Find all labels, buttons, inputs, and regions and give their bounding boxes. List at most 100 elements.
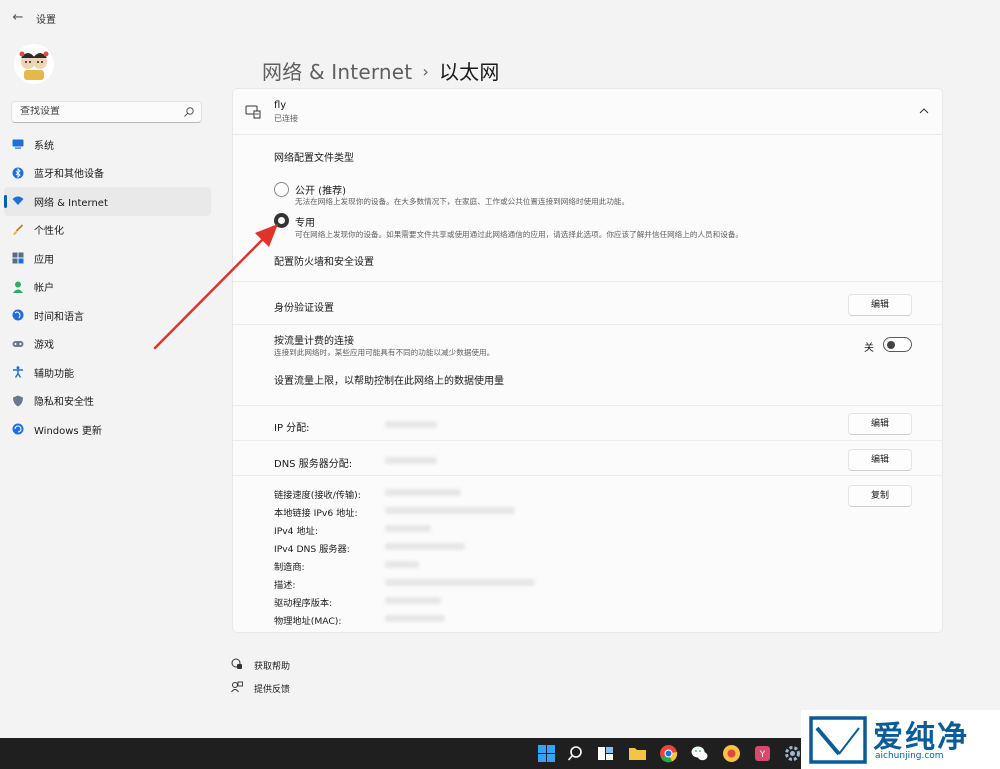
breadcrumb-parent[interactable]: 网络 & Internet xyxy=(262,60,412,84)
person-icon xyxy=(13,281,23,293)
avatar[interactable] xyxy=(14,44,54,84)
property-label: 描述: xyxy=(274,580,296,591)
redacted-value xyxy=(385,597,441,604)
public-radio[interactable] xyxy=(274,182,289,197)
sidebar-item-accessibility[interactable]: 辅助功能 xyxy=(4,358,211,387)
metered-toggle-state: 关 xyxy=(864,343,874,354)
gamepad-icon xyxy=(12,340,24,347)
browser-icon[interactable] xyxy=(722,744,741,763)
redacted-value xyxy=(385,457,437,464)
sidebar-item-label: 隐私和安全性 xyxy=(34,397,94,409)
sidebar-item-label: 系统 xyxy=(34,140,54,152)
page-title: 以太网 xyxy=(438,60,500,84)
redacted-value xyxy=(385,507,515,514)
breadcrumb: 网络 & Internet › 以太网 xyxy=(262,56,500,85)
auth-edit-button[interactable]: 编辑 xyxy=(848,294,912,316)
monitor-icon xyxy=(12,139,24,149)
profile-type-heading: 网络配置文件类型 xyxy=(274,153,354,164)
divider xyxy=(233,281,942,282)
redacted-value xyxy=(385,615,445,622)
divider xyxy=(233,475,942,476)
chrome-icon[interactable] xyxy=(659,744,678,763)
sidebar-item-label: 游戏 xyxy=(34,340,54,352)
divider xyxy=(233,405,942,406)
breadcrumb-separator: › xyxy=(422,62,429,81)
sidebar-item-network[interactable]: 网络 & Internet xyxy=(4,187,211,216)
redacted-value xyxy=(385,421,437,428)
data-limit-link[interactable]: 设置流量上限，以帮助控制在此网络上的数据使用量 xyxy=(274,372,504,387)
property-label: IPv4 DNS 服务器: xyxy=(274,544,350,555)
watermark-brand: 爱纯净 xyxy=(873,720,969,755)
app-title: 设置 xyxy=(36,15,56,26)
dns-edit-button[interactable]: 编辑 xyxy=(848,449,912,471)
property-label: 驱动程序版本: xyxy=(274,598,333,609)
svg-text:Y: Y xyxy=(759,750,766,760)
sidebar-item-label: 时间和语言 xyxy=(34,311,84,323)
sidebar-item-bluetooth[interactable]: 蓝牙和其他设备 xyxy=(4,159,211,188)
sidebar-item-label: 网络 & Internet xyxy=(34,197,108,209)
back-arrow-icon[interactable]: ← xyxy=(10,10,26,26)
sidebar-item-privacy[interactable]: 隐私和安全性 xyxy=(4,387,211,416)
file-explorer-icon[interactable] xyxy=(628,744,647,763)
apps-icon xyxy=(12,252,24,264)
feedback-icon xyxy=(231,681,243,693)
property-label: 链接速度(接收/传输): xyxy=(274,490,361,501)
update-icon xyxy=(12,423,24,435)
redacted-value xyxy=(385,543,465,550)
get-help-link[interactable]: 获取帮助 xyxy=(254,659,290,672)
feedback-link[interactable]: 提供反馈 xyxy=(254,682,290,695)
sidebar-item-system[interactable]: 系统 xyxy=(4,130,211,159)
sidebar-item-label: 辅助功能 xyxy=(34,368,74,380)
sidebar-item-windows-update[interactable]: Windows 更新 xyxy=(4,415,211,444)
app-icon[interactable]: Y xyxy=(753,744,772,763)
start-icon[interactable] xyxy=(537,744,556,763)
sidebar-item-label: 个性化 xyxy=(34,226,64,238)
copy-button[interactable]: 复制 xyxy=(848,485,912,507)
accessibility-icon xyxy=(13,366,23,379)
connection-header[interactable]: fly 已连接 xyxy=(233,89,942,135)
sidebar-item-label: 蓝牙和其他设备 xyxy=(34,169,104,181)
divider xyxy=(233,324,942,325)
private-option-label[interactable]: 专用 xyxy=(295,214,315,229)
ip-edit-button[interactable]: 编辑 xyxy=(848,413,912,435)
search-box[interactable] xyxy=(11,101,202,123)
bluetooth-icon xyxy=(12,167,24,179)
metered-toggle[interactable] xyxy=(883,337,912,352)
private-option-description: 可在网络上发现你的设备。如果需要文件共享或使用通过此网络通信的应用，请选择此选项… xyxy=(295,230,744,239)
ip-assignment-label: IP 分配: xyxy=(274,423,310,434)
red-arrow-annotation xyxy=(153,224,278,350)
watermark-logo xyxy=(809,716,867,764)
globe-icon xyxy=(12,309,24,321)
search-icon[interactable] xyxy=(183,106,195,118)
redacted-value xyxy=(385,489,461,496)
chevron-up-icon[interactable] xyxy=(918,105,930,117)
sidebar-item-label: 帐户 xyxy=(34,283,54,295)
wifi-icon xyxy=(12,196,24,206)
property-label: 制造商: xyxy=(274,562,305,573)
redacted-value xyxy=(385,525,431,532)
property-label: 物理地址(MAC): xyxy=(274,616,342,627)
public-option-description: 无法在网络上发现你的设备。在大多数情况下，在家庭、工作或公共位置连接到网络时使用… xyxy=(295,197,630,206)
ethernet-card: fly 已连接 网络配置文件类型 公开 (推荐) 无法在网络上发现你的设备。在大… xyxy=(232,88,943,633)
shield-icon xyxy=(13,395,23,407)
wechat-icon[interactable] xyxy=(690,744,709,763)
search-input[interactable] xyxy=(20,106,180,117)
search-icon[interactable] xyxy=(566,744,585,763)
gear-icon[interactable] xyxy=(783,744,802,763)
help-icon xyxy=(231,658,242,669)
watermark: 爱纯净 aichunjing.com xyxy=(801,710,1000,769)
dns-assignment-label: DNS 服务器分配: xyxy=(274,459,353,470)
property-label: IPv4 地址: xyxy=(274,526,318,537)
public-option-label[interactable]: 公开 (推荐) xyxy=(295,182,346,197)
avatar-image xyxy=(14,44,54,84)
redacted-value xyxy=(385,561,419,568)
brush-icon xyxy=(13,224,24,235)
task-view-icon[interactable] xyxy=(596,744,615,763)
sidebar-item-label: Windows 更新 xyxy=(34,425,102,437)
sidebar-item-label: 应用 xyxy=(34,254,54,266)
ethernet-icon xyxy=(245,105,261,119)
title-bar: ← 设置 xyxy=(0,0,1000,34)
watermark-url: aichunjing.com xyxy=(875,751,944,761)
connection-status: 已连接 xyxy=(274,114,298,123)
metered-connection-description: 连接到此网络时，某些应用可能具有不同的功能以减少数据使用。 xyxy=(274,348,495,357)
